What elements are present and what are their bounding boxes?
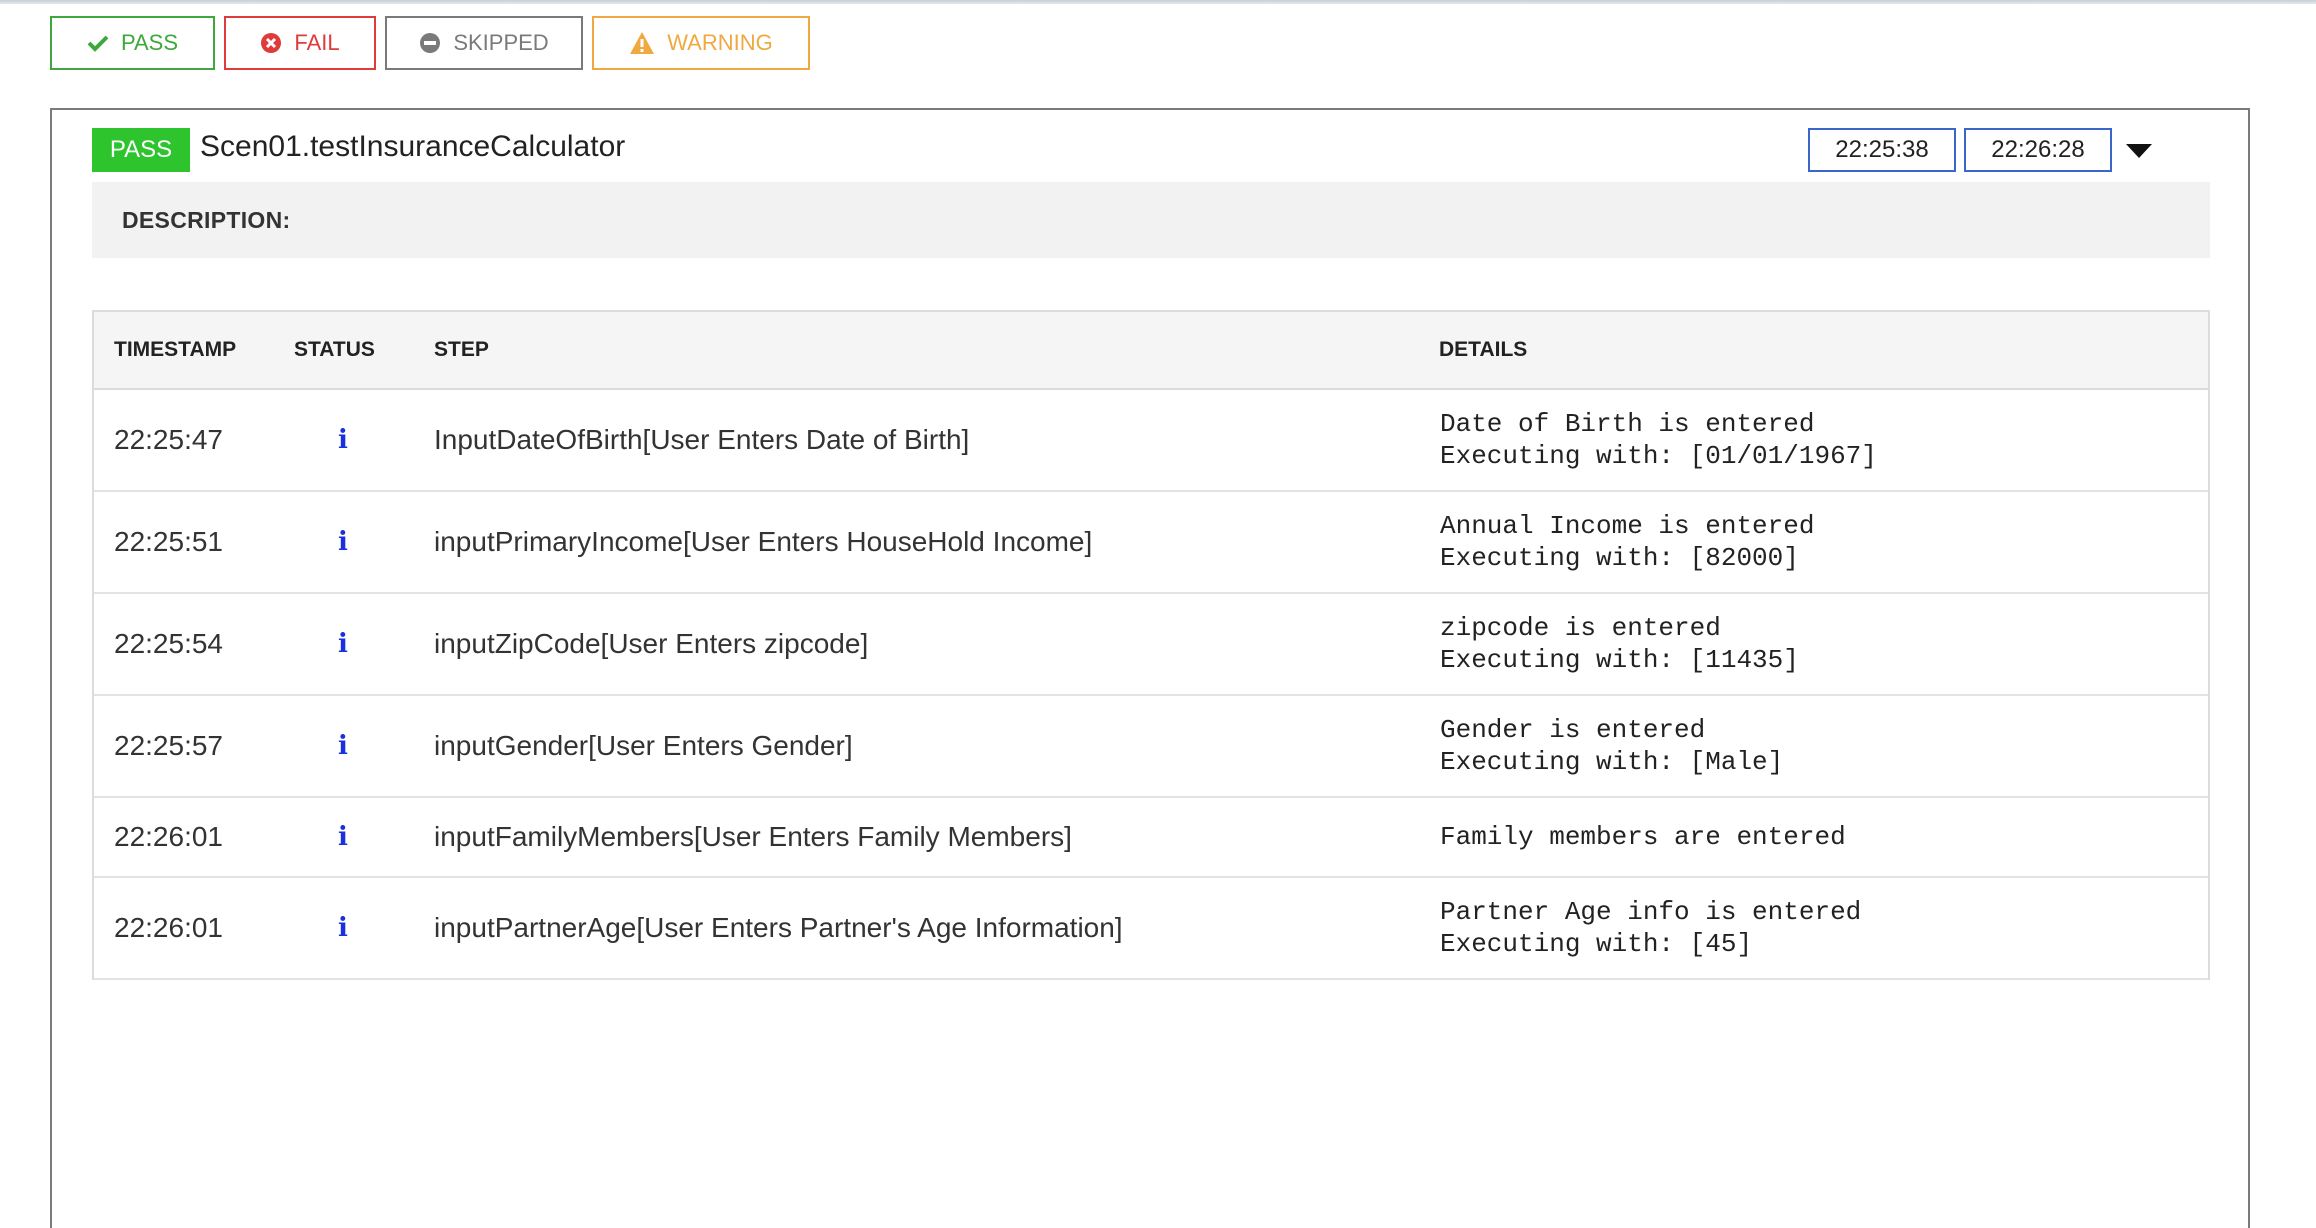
table-row: 22:26:01 i inputPartnerAge[User Enters P… xyxy=(94,878,2208,980)
table-row: 22:25:54 i inputZipCode[User Enters zipc… xyxy=(94,594,2208,696)
table-row: 22:26:01 i inputFamilyMembers[User Enter… xyxy=(94,798,2208,878)
row-step: inputGender[User Enters Gender] xyxy=(434,730,853,761)
details-line: Annual Income is entered xyxy=(1440,511,1815,541)
status-cell: i xyxy=(338,798,348,876)
details-line: Executing with: [Male] xyxy=(1440,747,1784,777)
details-line: Executing with: [11435] xyxy=(1440,645,1799,675)
info-icon: i xyxy=(338,425,348,455)
warning-triangle-icon xyxy=(629,31,655,55)
filter-skipped-button[interactable]: SKIPPED xyxy=(385,16,583,70)
table-row: 22:25:51 i inputPrimaryIncome[User Enter… xyxy=(94,492,2208,594)
caret-down-icon[interactable] xyxy=(2126,144,2152,158)
status-cell: i xyxy=(338,696,348,796)
row-timestamp: 22:26:01 xyxy=(114,821,223,852)
close-circle-icon xyxy=(260,32,282,54)
details-line: Date of Birth is entered xyxy=(1440,409,1815,439)
row-step: inputPartnerAge[User Enters Partner's Ag… xyxy=(434,912,1123,943)
table-row: 22:25:47 i InputDateOfBirth[User Enters … xyxy=(94,390,2208,492)
details-line: Partner Age info is entered xyxy=(1440,897,1862,927)
details-line: Executing with: [01/01/1967] xyxy=(1440,441,1877,471)
test-status-badge: PASS xyxy=(92,128,190,172)
header-details: DETAILS xyxy=(1439,338,1528,361)
row-timestamp: 22:25:57 xyxy=(114,730,223,761)
filter-warning-button[interactable]: WARNING xyxy=(592,16,810,70)
row-timestamp: 22:25:51 xyxy=(114,526,223,557)
filter-fail-label: FAIL xyxy=(294,30,340,55)
row-details: zipcode is entered Executing with: [1143… xyxy=(1440,594,1799,694)
header-status: STATUS xyxy=(294,338,375,361)
filter-pass-label: PASS xyxy=(120,30,179,55)
details-line: Executing with: [45] xyxy=(1440,929,1753,959)
start-time-badge: 22:25:38 xyxy=(1808,128,1956,172)
window-top-edge xyxy=(0,0,2316,4)
checkmark-icon xyxy=(87,34,109,52)
filter-pass-button[interactable]: PASS xyxy=(50,16,215,70)
status-cell: i xyxy=(338,878,348,978)
status-cell: i xyxy=(338,594,348,694)
row-details: Annual Income is entered Executing with:… xyxy=(1440,492,1814,592)
test-detail-panel: PASS Scen01.testInsuranceCalculator 22:2… xyxy=(50,108,2250,1228)
status-cell: i xyxy=(338,492,348,592)
end-time-badge: 22:26:28 xyxy=(1964,128,2112,172)
details-line: Executing with: [82000] xyxy=(1440,543,1799,573)
description-label: DESCRIPTION: xyxy=(122,206,291,233)
info-icon: i xyxy=(338,822,348,852)
row-timestamp: 22:25:54 xyxy=(114,628,223,659)
status-cell: i xyxy=(338,390,348,490)
test-header: PASS Scen01.testInsuranceCalculator 22:2… xyxy=(92,120,2212,172)
row-step: InputDateOfBirth[User Enters Date of Bir… xyxy=(434,424,970,455)
test-name: Scen01.testInsuranceCalculator xyxy=(200,130,626,163)
details-line: Family members are entered xyxy=(1440,822,1846,852)
table-row: 22:25:57 i inputGender[User Enters Gende… xyxy=(94,696,2208,798)
step-log-table: TIMESTAMP STATUS STEP DETAILS 22:25:47 i… xyxy=(92,310,2210,980)
details-line: zipcode is entered xyxy=(1440,613,1721,643)
row-details: Partner Age info is entered Executing wi… xyxy=(1440,878,1861,978)
info-icon: i xyxy=(338,629,348,659)
filter-fail-button[interactable]: FAIL xyxy=(224,16,376,70)
row-step: inputFamilyMembers[User Enters Family Me… xyxy=(434,821,1072,852)
info-icon: i xyxy=(338,913,348,943)
details-line: Gender is entered xyxy=(1440,715,1706,745)
minus-circle-icon xyxy=(419,32,441,54)
info-icon: i xyxy=(338,527,348,557)
row-timestamp: 22:25:47 xyxy=(114,424,223,455)
filter-warning-label: WARNING xyxy=(667,30,773,55)
filter-skipped-label: SKIPPED xyxy=(453,30,549,55)
row-step: inputPrimaryIncome[User Enters HouseHold… xyxy=(434,526,1093,557)
row-details: Date of Birth is entered Executing with:… xyxy=(1440,390,1877,490)
row-details: Family members are entered xyxy=(1440,798,1846,876)
description-bar: DESCRIPTION: xyxy=(92,182,2210,258)
header-timestamp: TIMESTAMP xyxy=(114,338,237,361)
row-step: inputZipCode[User Enters zipcode] xyxy=(434,628,869,659)
info-icon: i xyxy=(338,731,348,761)
row-details: Gender is entered Executing with: [Male] xyxy=(1440,696,1783,796)
row-timestamp: 22:26:01 xyxy=(114,912,223,943)
status-filter-bar: PASS FAIL SKIPPED WARNING xyxy=(50,16,810,70)
header-step: STEP xyxy=(434,338,489,361)
table-header: TIMESTAMP STATUS STEP DETAILS xyxy=(94,312,2208,390)
